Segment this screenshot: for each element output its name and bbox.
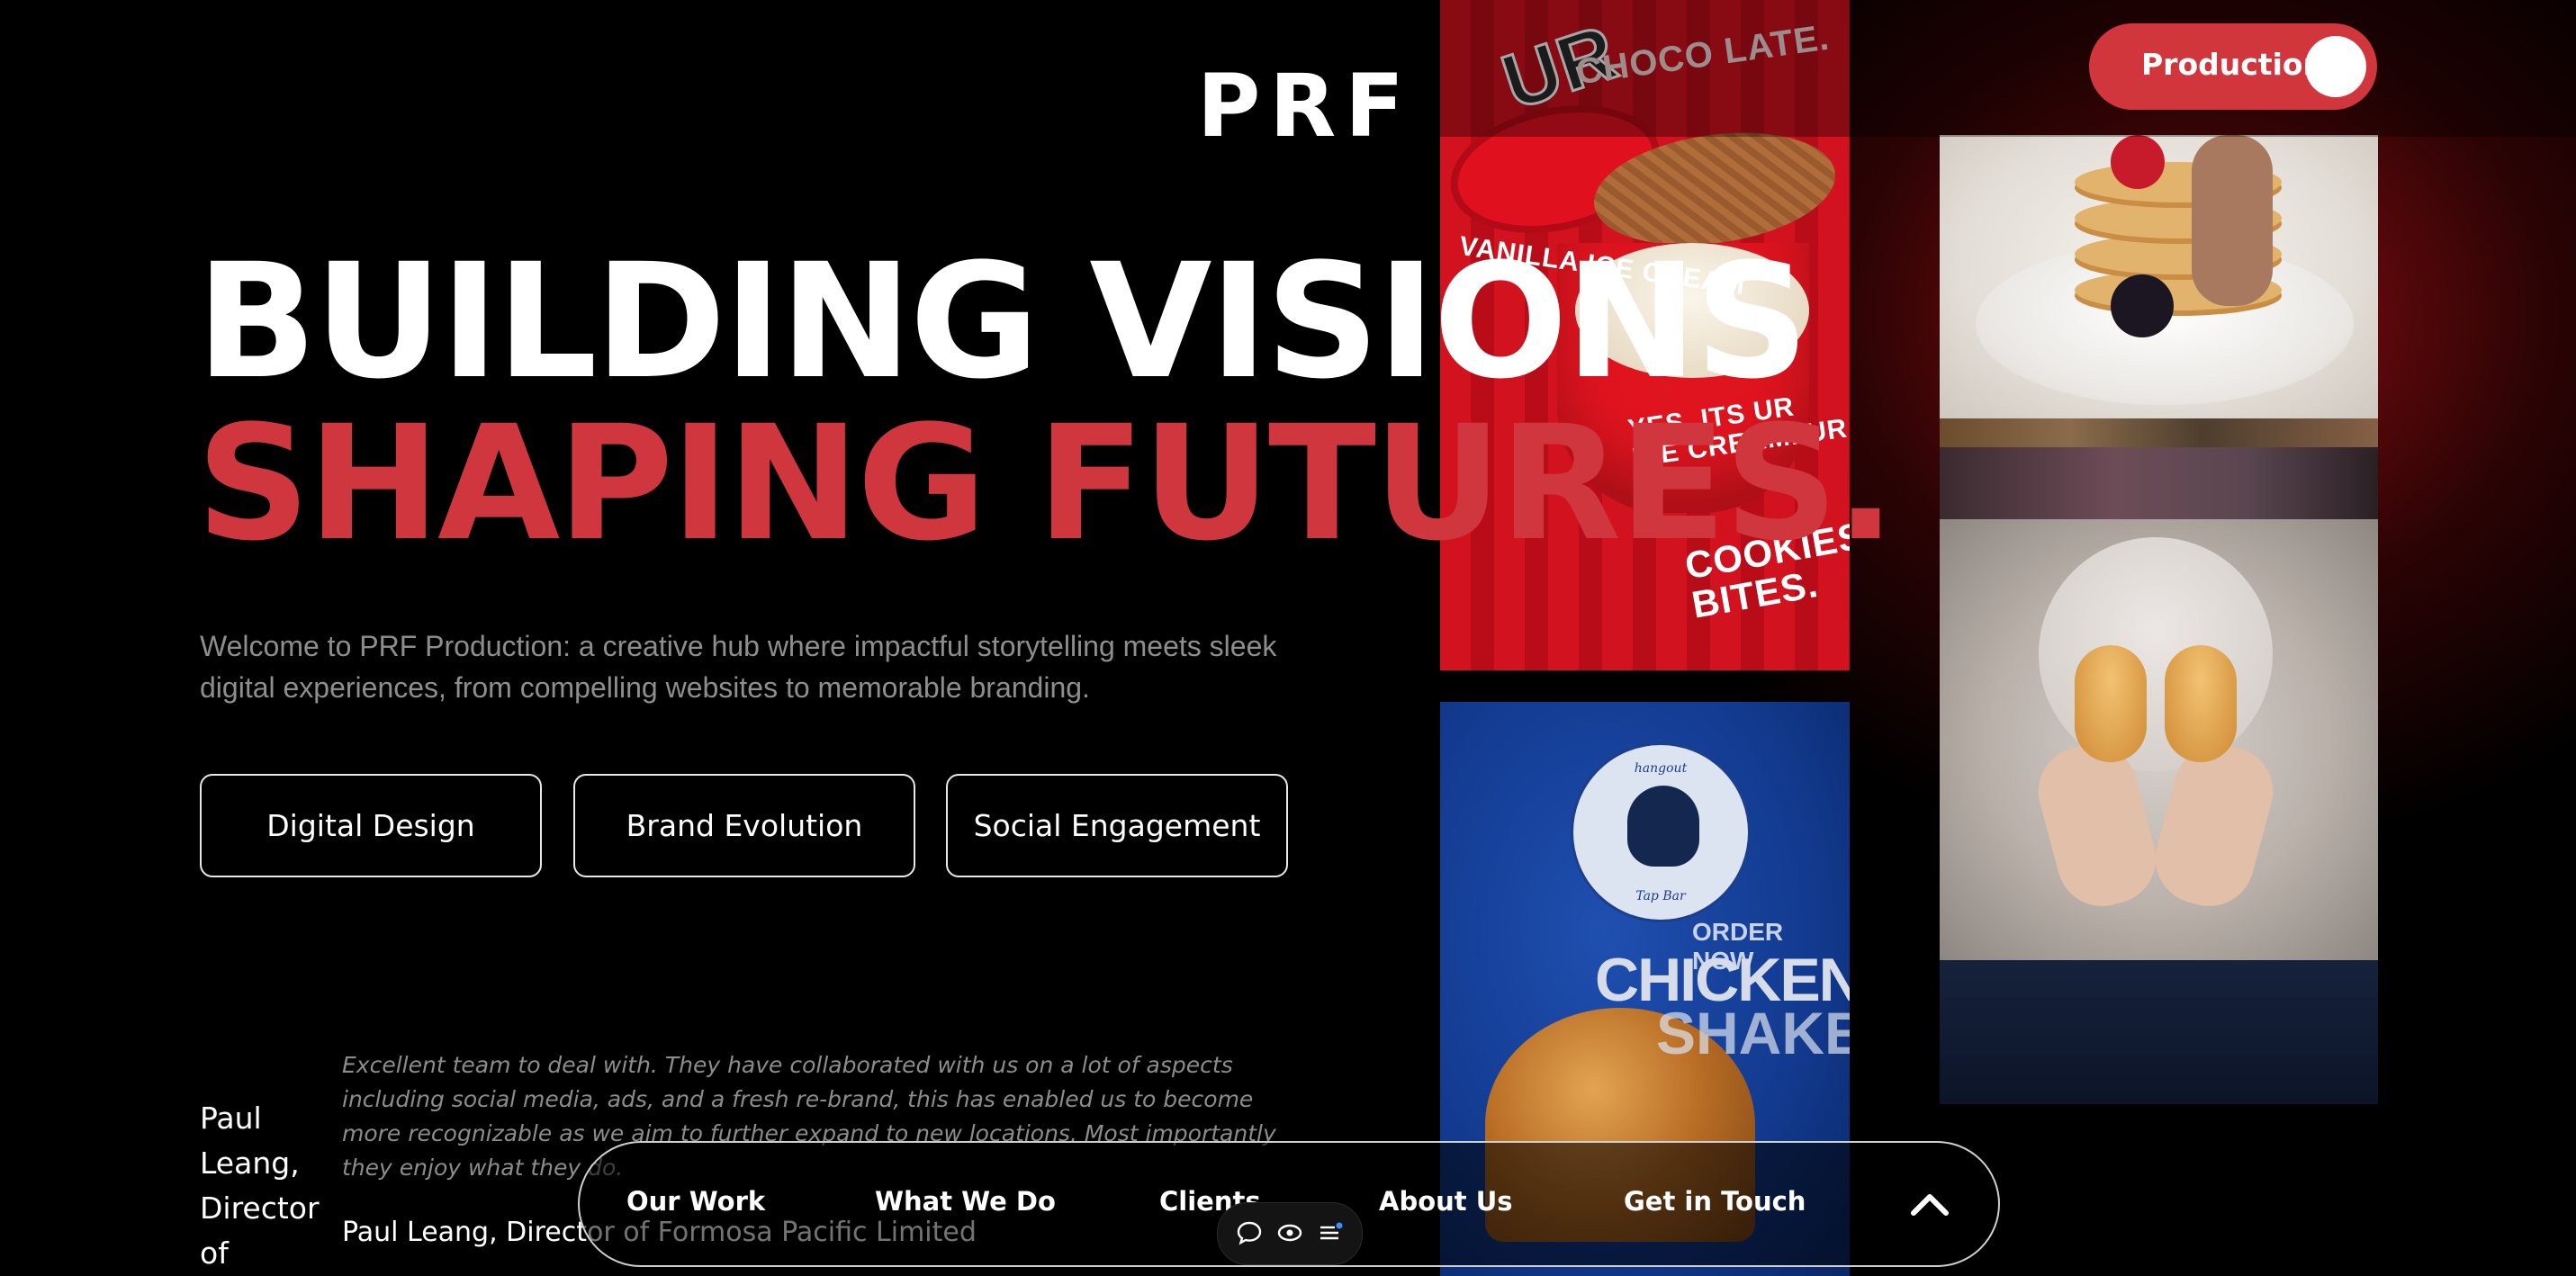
mini-toolbar (1217, 1202, 1363, 1265)
digital-design-button[interactable]: Digital Design (200, 774, 542, 877)
nav-about-us[interactable]: About Us (1379, 1186, 1513, 1217)
prf-logo[interactable]: PRF (1197, 56, 1413, 157)
restaurant-badge: hangout Tap Bar (1571, 742, 1751, 922)
blackberry (2111, 274, 2174, 337)
hero-intro-text: Welcome to PRF Production: a creative hu… (200, 630, 1277, 704)
production-toggle[interactable]: Production (2089, 23, 2377, 110)
shake-text: SHAKER (1656, 1000, 1850, 1066)
header-overlay (1386, 0, 2576, 137)
chat-bubble-icon[interactable] (1236, 1219, 1263, 1246)
nav-get-in-touch[interactable]: Get in Touch (1624, 1186, 1806, 1217)
badge-bottom-text: Tap Bar (1635, 889, 1686, 903)
hero-headline-line1: BUILDING VISIONS (196, 229, 1809, 414)
mascot-face (1627, 786, 1699, 867)
blue-photo-tile (1940, 960, 2378, 1104)
toggle-knob-icon (2305, 36, 2366, 97)
chocolate-syrup (2192, 135, 2273, 306)
croissant (2075, 645, 2147, 762)
brand-evolution-button[interactable]: Brand Evolution (573, 774, 915, 877)
hero-headline-line2: SHAPING FUTURES. (196, 391, 1896, 576)
nav-our-work[interactable]: Our Work (626, 1186, 765, 1217)
croissant (2165, 645, 2237, 762)
strawberry (2111, 135, 2165, 189)
badge-top-text: hangout (1634, 761, 1688, 776)
nav-what-we-do[interactable]: What We Do (875, 1186, 1056, 1217)
testimonial-author-side: Paul Leang, Director of (200, 1101, 320, 1271)
chevron-up-icon[interactable] (1903, 1177, 1957, 1231)
pancake-image (1940, 135, 2378, 418)
image-collage: UR CHOCO LATE. VANILLA ICE CREAM YES, IT… (1386, 0, 2576, 1276)
production-toggle-label: Production (2141, 47, 2325, 82)
list-icon[interactable] (1317, 1219, 1344, 1246)
photo-strip-pink (1940, 447, 2378, 519)
croissant-image (1940, 519, 2378, 960)
social-engagement-button[interactable]: Social Engagement (946, 774, 1288, 877)
eye-icon[interactable] (1276, 1219, 1303, 1246)
person-hood (2039, 537, 2273, 771)
